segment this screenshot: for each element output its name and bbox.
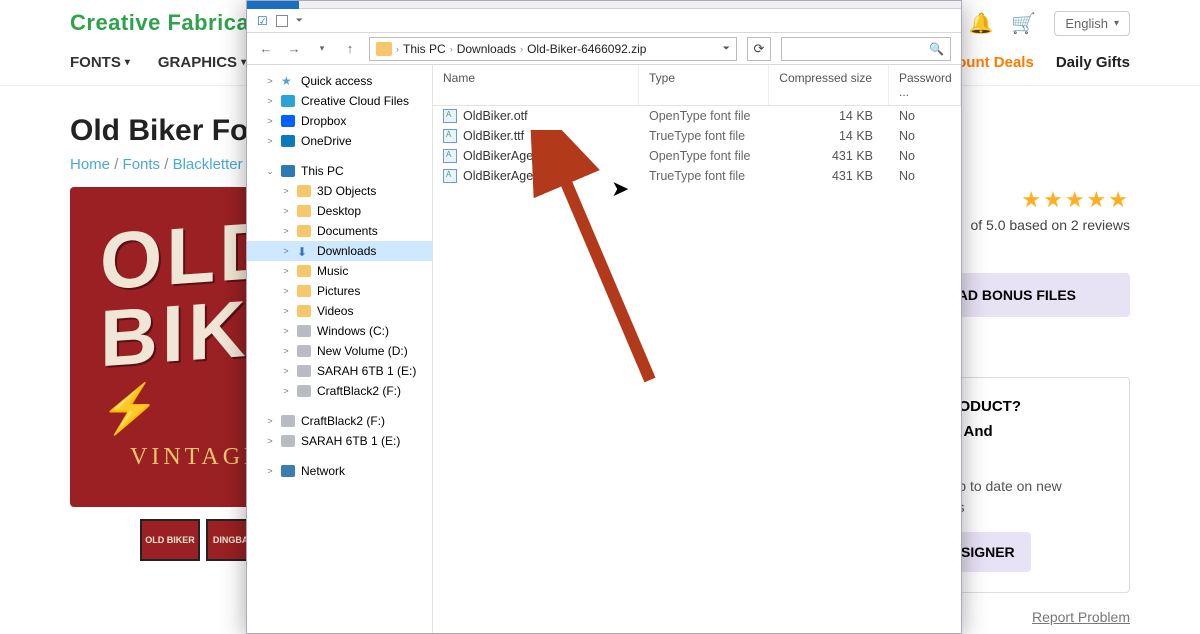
tree-craftblack2-f-[interactable]: >CraftBlack2 (F:)	[247, 381, 432, 401]
path-box[interactable]: › This PC › Downloads › Old-Biker-646609…	[369, 37, 737, 61]
search-input[interactable]: 🔍	[781, 37, 951, 61]
tree-3d-objects[interactable]: >3D Objects	[247, 181, 432, 201]
tree-documents[interactable]: >Documents	[247, 221, 432, 241]
language-selector[interactable]: English ▾	[1054, 11, 1130, 36]
font-file-icon	[443, 169, 457, 183]
quick-access-toolbar: ☑ ⏷	[247, 9, 961, 33]
nav-forward-button[interactable]: →	[285, 40, 303, 58]
file-row[interactable]: OldBiker.ttfTrueType font file14 KBNo	[433, 126, 961, 146]
file-row[interactable]: OldBiker.otfOpenType font file14 KBNo	[433, 106, 961, 126]
qat-check-icon[interactable]: ☑	[257, 14, 268, 28]
file-explorer-window: ☑ ⏷ ← → ▾ ↑ › This PC › Downloads › Old-…	[246, 0, 962, 634]
tree-this-pc[interactable]: ⌄This PC	[247, 161, 432, 181]
refresh-button[interactable]: ⟳	[747, 37, 771, 61]
font-file-icon	[443, 129, 457, 143]
chevron-down-icon: ▾	[125, 57, 130, 68]
cart-icon[interactable]: 🛒	[1011, 11, 1036, 36]
nav-up-button[interactable]: ↑	[341, 40, 359, 58]
tree-new-volume-d-[interactable]: >New Volume (D:)	[247, 341, 432, 361]
tree-dropbox[interactable]: >Dropbox	[247, 111, 432, 131]
ribbon	[247, 1, 961, 9]
qat-item-icon[interactable]	[276, 15, 288, 27]
tree-pictures[interactable]: >Pictures	[247, 281, 432, 301]
tree-onedrive[interactable]: >OneDrive	[247, 131, 432, 151]
tree-music[interactable]: >Music	[247, 261, 432, 281]
tree-windows-c-[interactable]: >Windows (C:)	[247, 321, 432, 341]
folder-icon	[376, 42, 392, 56]
col-password[interactable]: Password ...	[889, 65, 961, 105]
bolt-icon: ⚡	[100, 380, 160, 437]
tree-sarah-6tb-1-e-[interactable]: >SARAH 6TB 1 (E:)	[247, 361, 432, 381]
thumb-1[interactable]: OLD BIKER	[140, 519, 200, 561]
column-headers: Name Type Compressed size Password ...	[433, 65, 961, 106]
qat-overflow-icon[interactable]: ⏷	[296, 15, 303, 26]
col-type[interactable]: Type	[639, 65, 769, 105]
col-size[interactable]: Compressed size	[769, 65, 889, 105]
path-seg-zip[interactable]: Old-Biker-6466092.zip	[527, 42, 646, 56]
tree-videos[interactable]: >Videos	[247, 301, 432, 321]
tree-creative-cloud[interactable]: >Creative Cloud Files	[247, 91, 432, 111]
tree-quick-access[interactable]: >★Quick access	[247, 71, 432, 91]
nav-graphics[interactable]: GRAPHICS▾	[158, 54, 246, 71]
file-list: Name Type Compressed size Password ... O…	[433, 65, 961, 633]
nav-daily-gifts[interactable]: Daily Gifts	[1056, 54, 1130, 71]
crumb-home[interactable]: Home	[70, 156, 110, 173]
notifications-icon[interactable]: 🔔	[969, 11, 994, 36]
chevron-down-icon[interactable]: ⏷	[723, 43, 730, 54]
font-file-icon	[443, 149, 457, 163]
nav-history-icon[interactable]: ▾	[313, 40, 331, 58]
tree-downloads[interactable]: >⬇Downloads	[247, 241, 432, 261]
chevron-down-icon: ▾	[1114, 18, 1119, 29]
file-row[interactable]: OldBikerAged.otfOpenType font file431 KB…	[433, 146, 961, 166]
language-label: English	[1065, 16, 1108, 31]
col-name[interactable]: Name	[433, 65, 639, 105]
tree-ext-sarah-6tb-1-e-[interactable]: >SARAH 6TB 1 (E:)	[247, 431, 432, 451]
nav-fonts[interactable]: FONTS▾	[70, 54, 130, 71]
address-bar: ← → ▾ ↑ › This PC › Downloads › Old-Bike…	[247, 33, 961, 65]
site-logo[interactable]: Creative Fabrica	[70, 10, 249, 36]
path-seg-downloads[interactable]: Downloads	[457, 42, 516, 56]
tree-network[interactable]: >Network	[247, 461, 432, 481]
hero-sub: VINTAGE	[130, 444, 263, 471]
font-file-icon	[443, 109, 457, 123]
search-icon: 🔍	[929, 42, 944, 56]
tree-ext-craftblack2-f-[interactable]: >CraftBlack2 (F:)	[247, 411, 432, 431]
topbar-right: 🔔 🛒 English ▾	[969, 11, 1130, 36]
nav-tree: >★Quick access>Creative Cloud Files>Drop…	[247, 65, 433, 633]
path-seg-pc[interactable]: This PC	[403, 42, 446, 56]
crumb-blackletter[interactable]: Blackletter	[173, 156, 243, 173]
ribbon-file-tab[interactable]	[247, 1, 299, 9]
file-row[interactable]: OldBikerAged.ttfTrueType font file431 KB…	[433, 166, 961, 186]
nav-back-button[interactable]: ←	[257, 40, 275, 58]
crumb-fonts[interactable]: Fonts	[123, 156, 161, 173]
tree-desktop[interactable]: >Desktop	[247, 201, 432, 221]
